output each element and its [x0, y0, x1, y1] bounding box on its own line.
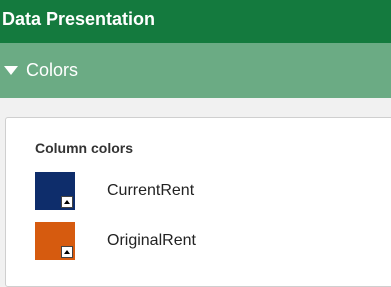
colors-section-toggle[interactable]: Colors: [0, 43, 391, 98]
color-row-currentrent: CurrentRent: [35, 172, 194, 210]
triangle-down-icon: [4, 66, 18, 75]
series-label-originalrent: OriginalRent: [107, 232, 196, 249]
color-dropdown-icon[interactable]: [61, 196, 73, 208]
color-dropdown-icon[interactable]: [61, 246, 73, 258]
color-swatch-originalrent[interactable]: [35, 222, 75, 260]
section-label: Colors: [26, 60, 79, 80]
colors-panel: Column colors CurrentRent OriginalRent: [5, 117, 391, 287]
color-swatch-currentrent[interactable]: [35, 172, 75, 210]
series-label-currentrent: CurrentRent: [107, 182, 195, 199]
color-row-originalrent: OriginalRent: [35, 222, 196, 260]
page-title: Data Presentation: [2, 9, 156, 29]
page-header: Data Presentation: [0, 0, 391, 43]
panel-title: Column colors: [35, 140, 134, 156]
